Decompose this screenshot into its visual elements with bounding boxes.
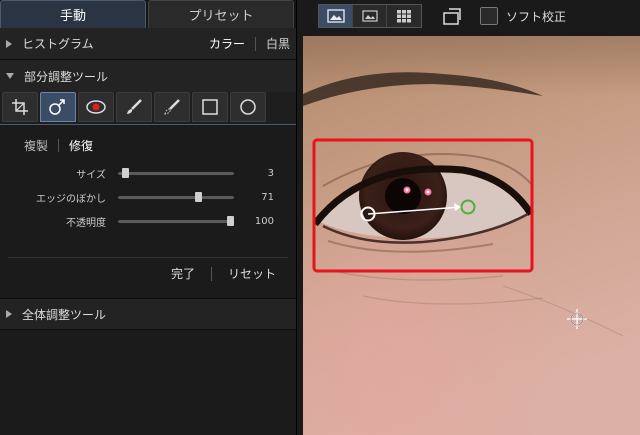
feather-slider-thumb[interactable] (195, 191, 202, 202)
compare-view-button[interactable] (353, 5, 387, 27)
separator (254, 36, 256, 51)
grid-view-button[interactable] (387, 5, 421, 27)
grid-icon (397, 10, 411, 23)
single-image-icon (326, 9, 345, 23)
action-buttons: 完了 リセット (171, 265, 276, 282)
expand-icon (6, 39, 12, 48)
size-label: サイズ (76, 169, 106, 181)
fit-screen-icon (443, 8, 461, 25)
histogram-title: ヒストグラム (22, 37, 94, 51)
size-slider[interactable] (118, 167, 234, 178)
repair-mode[interactable]: 修復 (69, 137, 93, 154)
feather-slider-row: エッジのぼかし 71 (0, 187, 296, 207)
histogram-color-option[interactable]: カラー (209, 35, 245, 52)
feather-slider[interactable] (118, 191, 234, 202)
done-button[interactable]: 完了 (171, 265, 195, 282)
view-toolbar: ソフト校正 (298, 0, 640, 32)
reset-button[interactable]: リセット (228, 265, 276, 282)
clone-mode[interactable]: 複製 (24, 137, 48, 154)
opacity-value: 100 (254, 215, 274, 227)
red-eye-icon (86, 100, 106, 114)
crop-tool-button[interactable] (2, 92, 38, 122)
global-tools-title: 全体調整ツール (22, 307, 107, 322)
size-value: 3 (267, 167, 274, 179)
global-tools-section[interactable]: 全体調整ツール (0, 298, 296, 330)
separator (58, 139, 60, 152)
feather-value: 71 (261, 191, 274, 203)
circle-icon (240, 99, 256, 115)
feather-label: エッジのぼかし (36, 193, 106, 205)
size-slider-row: サイズ 3 (0, 163, 296, 183)
healing-tool-button[interactable] (40, 92, 76, 122)
fit-screen-button[interactable] (440, 4, 464, 28)
circle-tool-button[interactable] (230, 92, 266, 122)
single-view-button[interactable] (319, 5, 353, 27)
view-mode-group (318, 4, 422, 28)
collapse-icon (6, 73, 14, 79)
tab-preset[interactable]: プリセット (148, 0, 294, 28)
size-slider-thumb[interactable] (122, 167, 129, 178)
global-tools-section-wrap: 全体調整ツール (0, 298, 296, 330)
partial-tools-title: 部分調整ツール (24, 69, 109, 84)
face-photo (303, 36, 640, 435)
histogram-section[interactable]: ヒストグラム カラー 白黒 (0, 28, 296, 60)
brush-icon (127, 99, 142, 114)
eraser-brush-icon (164, 99, 180, 115)
eraser-brush-tool-button[interactable] (154, 92, 190, 122)
opacity-slider[interactable] (118, 215, 234, 226)
healing-options: 複製 修復 サイズ 3 エッジのぼかし 71 不透明度 100 完了 リセット (0, 124, 296, 298)
tab-manual[interactable]: 手動 (0, 0, 146, 28)
rectangle-tool-button[interactable] (192, 92, 228, 122)
partial-tool-bar (0, 92, 296, 122)
image-viewer[interactable] (303, 36, 640, 435)
panel-tabs: 手動 プリセット (0, 0, 296, 28)
empty-panel-area (0, 330, 296, 435)
red-eye-tool-button[interactable] (78, 92, 114, 122)
preview-image-icon (361, 10, 378, 22)
separator (210, 266, 212, 281)
adjustment-panel: 手動 プリセット ヒストグラム カラー 白黒 部分調整ツール 複製 修復 サイズ… (0, 0, 297, 435)
opacity-label: 不透明度 (66, 217, 106, 229)
brush-tool-button[interactable] (116, 92, 152, 122)
mode-switch: 複製 修復 (24, 137, 93, 154)
opacity-slider-row: 不透明度 100 (0, 211, 296, 231)
expand-icon (6, 310, 12, 318)
divider (8, 257, 288, 258)
histogram-mono-option[interactable]: 白黒 (266, 35, 290, 52)
soft-proof-checkbox[interactable] (480, 7, 498, 25)
crop-icon (12, 99, 28, 115)
soft-proof-label: ソフト校正 (506, 9, 567, 24)
healing-brush-icon (49, 99, 65, 115)
partial-tools-section[interactable]: 部分調整ツール (0, 60, 296, 92)
rectangle-icon (202, 99, 218, 115)
opacity-slider-thumb[interactable] (227, 215, 234, 226)
